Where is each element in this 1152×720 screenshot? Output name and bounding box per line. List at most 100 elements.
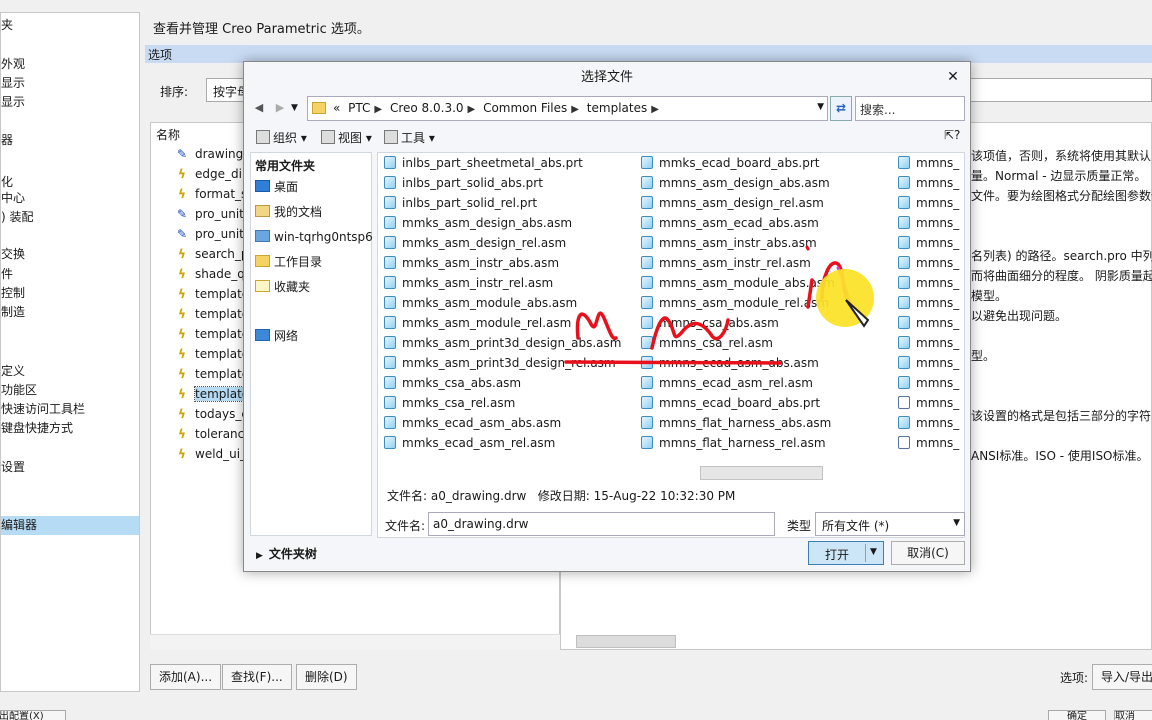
file-item[interactable]: mmks_ecad_board_abs.prt [641, 154, 819, 173]
breadcrumb-overflow[interactable]: « [333, 101, 340, 115]
breadcrumb-creo[interactable]: Creo 8.0.3.0 [390, 101, 464, 115]
chevron-right-icon[interactable]: ▶ [651, 104, 659, 115]
nav-item[interactable]: 功能区 [1, 381, 139, 400]
nav-item[interactable]: 定义 [1, 362, 139, 381]
file-item[interactable]: mmks_asm_module_rel.asm [384, 314, 571, 333]
nav-item[interactable]: 编辑器 [1, 516, 139, 535]
file-item[interactable]: mmns_ [898, 294, 959, 313]
file-item[interactable]: mmns_asm_module_abs.asm [641, 274, 835, 293]
scrollbar-thumb[interactable] [700, 466, 823, 480]
refresh-icon[interactable]: ⇄ [830, 96, 852, 121]
back-arrow-icon[interactable]: ◀ [250, 99, 268, 117]
file-item[interactable]: mmns_ [898, 414, 959, 433]
option-row[interactable]: ϟ template [175, 345, 249, 364]
file-item[interactable]: mmks_ecad_asm_rel.asm [384, 434, 555, 453]
close-icon[interactable]: ✕ [944, 68, 962, 86]
file-item[interactable]: mmks_asm_print3d_design_rel.asm [384, 354, 616, 373]
sidebar-item-computer[interactable]: win-tqrhg0ntsp6 [255, 227, 373, 247]
organize-menu-button[interactable]: 组织 ▾ [256, 128, 307, 148]
file-item[interactable]: mmns_asm_instr_rel.asm [641, 254, 811, 273]
sidebar-item-documents[interactable]: 我的文档 [255, 202, 322, 222]
ok-button[interactable]: 确定 [1048, 710, 1106, 720]
nav-item[interactable]: 设置 [1, 458, 139, 477]
option-row[interactable]: ϟ template [175, 385, 251, 404]
open-options-dropdown-icon[interactable]: ▼ [870, 547, 877, 557]
nav-item[interactable]: 中心 [1, 189, 139, 208]
nav-item[interactable]: 制造 [1, 303, 139, 322]
option-row[interactable]: ✎ drawing [175, 145, 243, 164]
nav-item[interactable]: 件 [1, 265, 139, 284]
filename-input[interactable]: a0_drawing.drw [428, 512, 775, 536]
sidebar-item-working-directory[interactable]: 工作目录 [255, 252, 322, 272]
open-button[interactable]: 打开 ▼ [808, 541, 884, 565]
option-row[interactable]: ✎ pro_unit [175, 225, 244, 244]
chevron-right-icon[interactable]: ▶ [468, 104, 476, 115]
option-row[interactable]: ✎ pro_unit [175, 205, 244, 224]
cancel-options-button[interactable]: 取消 [1114, 710, 1152, 720]
file-item[interactable]: mmns_ [898, 254, 959, 273]
nav-item[interactable]: 键盘快捷方式 [1, 419, 139, 438]
file-item[interactable]: mmns_asm_design_rel.asm [641, 194, 824, 213]
folder-tree-toggle[interactable]: ▶ 文件夹树 [256, 545, 317, 562]
option-row[interactable]: ϟ format_s [175, 185, 247, 204]
file-item[interactable]: mmks_asm_instr_rel.asm [384, 274, 553, 293]
forward-arrow-icon[interactable]: ▶ [271, 99, 289, 117]
file-item[interactable]: mmns_ecad_board_abs.prt [641, 394, 820, 413]
nav-item[interactable]: 夹 [1, 16, 139, 35]
delete-button[interactable]: 删除(D) [296, 664, 357, 690]
nav-item[interactable]: 快速访问工具栏 [1, 400, 139, 419]
nav-item[interactable]: 显示 [1, 74, 139, 93]
tools-menu-button[interactable]: 工具 ▾ [384, 128, 435, 148]
option-row[interactable]: ϟ template [175, 305, 249, 324]
file-item[interactable]: mmns_csa_abs.asm [641, 314, 779, 333]
options-search-input[interactable] [970, 78, 1152, 102]
file-item[interactable]: mmks_csa_abs.asm [384, 374, 521, 393]
sidebar-item-favorites[interactable]: 收藏夹 [255, 277, 310, 297]
file-item[interactable]: mmns_csa_rel.asm [641, 334, 773, 353]
file-item[interactable]: mmks_ecad_asm_abs.asm [384, 414, 561, 433]
nav-item[interactable]: 器 [1, 131, 139, 150]
file-item[interactable]: mmks_asm_design_rel.asm [384, 234, 566, 253]
file-item[interactable]: mmns_ [898, 374, 959, 393]
file-item[interactable]: mmns_flat_harness_rel.asm [641, 434, 826, 453]
sort-select[interactable]: 按字母 [206, 78, 246, 102]
nav-item[interactable]: 交换 [1, 245, 139, 264]
file-item[interactable]: mmns_ [898, 314, 959, 333]
option-row[interactable]: ϟ toleranc [175, 425, 244, 444]
file-item[interactable]: mmks_asm_instr_abs.asm [384, 254, 559, 273]
file-type-select[interactable]: 所有文件 (*) ▼ [815, 512, 965, 536]
file-list-scrollbar[interactable] [377, 465, 965, 481]
option-row[interactable]: ϟ template [175, 365, 249, 384]
detail-scrollbar-thumb[interactable] [576, 635, 676, 648]
file-item[interactable]: mmns_ [898, 174, 959, 193]
help-icon[interactable]: ⇱? [944, 128, 960, 142]
export-config-button[interactable]: 出配置(X) [0, 710, 66, 720]
sidebar-item-desktop[interactable]: 桌面 [255, 177, 298, 197]
file-item[interactable]: mmks_csa_rel.asm [384, 394, 515, 413]
file-item[interactable]: mmns_ [898, 234, 959, 253]
sidebar-item-network[interactable]: 网络 [255, 326, 298, 346]
chevron-down-icon[interactable]: ▼ [953, 518, 960, 528]
file-item[interactable]: mmns_asm_ecad_abs.asm [641, 214, 819, 233]
file-item[interactable]: mmns_ [898, 194, 959, 213]
add-button[interactable]: 添加(A)... [150, 664, 222, 690]
file-item[interactable]: inlbs_part_sheetmetal_abs.prt [384, 154, 583, 173]
file-item[interactable]: mmns_ [898, 214, 959, 233]
name-column-header[interactable]: 名称 [156, 126, 180, 143]
file-search-input[interactable]: 搜索... [855, 96, 965, 121]
file-item[interactable]: mmns_asm_design_abs.asm [641, 174, 830, 193]
option-row[interactable]: ϟ edge_di [175, 165, 242, 184]
option-list-scrollbar[interactable] [150, 634, 560, 650]
file-item[interactable]: inlbs_part_solid_abs.prt [384, 174, 543, 193]
file-item[interactable]: mmks_asm_design_abs.asm [384, 214, 572, 233]
option-row[interactable]: ϟ shade_q [175, 265, 245, 284]
chevron-right-icon[interactable]: ▶ [374, 104, 382, 115]
option-row[interactable]: ϟ todays_c [175, 405, 248, 424]
breadcrumb-common-files[interactable]: Common Files [483, 101, 567, 115]
cancel-button[interactable]: 取消(C) [891, 541, 965, 565]
import-export-button[interactable]: 导入/导出 [1092, 664, 1152, 690]
find-button[interactable]: 查找(F)... [222, 664, 292, 690]
address-dropdown-icon[interactable]: ▼ [817, 102, 824, 112]
file-item[interactable]: mmns_ [898, 334, 959, 353]
breadcrumb-templates[interactable]: templates [587, 101, 647, 115]
